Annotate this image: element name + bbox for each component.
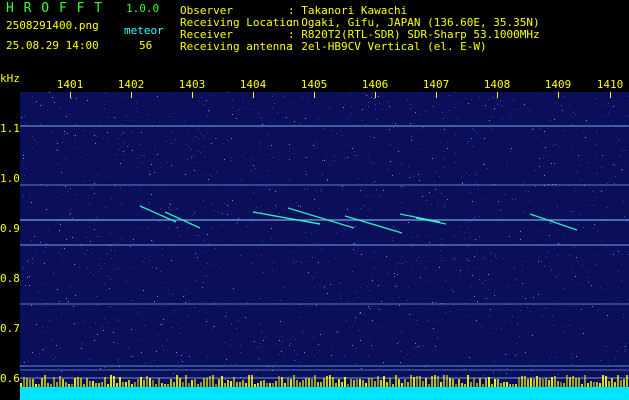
meteor-label: meteor [124, 24, 164, 37]
x-tick-1402: 1402 [117, 78, 145, 91]
x-tick-1407: 1407 [422, 78, 450, 91]
y-tick-0-9: 0.9 [0, 222, 20, 235]
y-tick-1-1: 1.1 [0, 122, 20, 135]
y-axis-unit: kHz [0, 72, 20, 85]
spectrogram [20, 92, 629, 400]
x-tick-1409: 1409 [544, 78, 572, 91]
header-panel: H R O F F T 1.0.0 2508291400.png meteor … [0, 0, 629, 72]
x-tick-1403: 1403 [178, 78, 206, 91]
x-tick-1401: 1401 [56, 78, 84, 91]
filename-label: 2508291400.png [6, 19, 99, 32]
y-tick-0-7: 0.7 [0, 322, 20, 335]
y-tick-0-8: 0.8 [0, 272, 20, 285]
x-tick-1410: 1410 [596, 78, 624, 91]
x-tick-1405: 1405 [300, 78, 328, 91]
app-version: 1.0.0 [126, 2, 160, 15]
x-tick-1406: 1406 [361, 78, 389, 91]
antenna-label: Receiving antenna [180, 40, 293, 53]
y-tick-1-0: 1.0 [0, 172, 20, 185]
y-tick-0-6: 0.6 [0, 372, 20, 385]
spectrogram-background [20, 92, 629, 400]
signal-band [20, 387, 629, 400]
meteor-count: 56 [139, 39, 153, 52]
antenna-value: : 2el-HB9CV Vertical (el. E-W) [288, 40, 487, 53]
app-title: H R O F F T [6, 1, 104, 16]
spectrogram-canvas [20, 92, 629, 400]
x-tick-1408: 1408 [483, 78, 511, 91]
datetime-label: 25.08.29 14:00 [6, 39, 99, 52]
x-tick-1404: 1404 [239, 78, 267, 91]
